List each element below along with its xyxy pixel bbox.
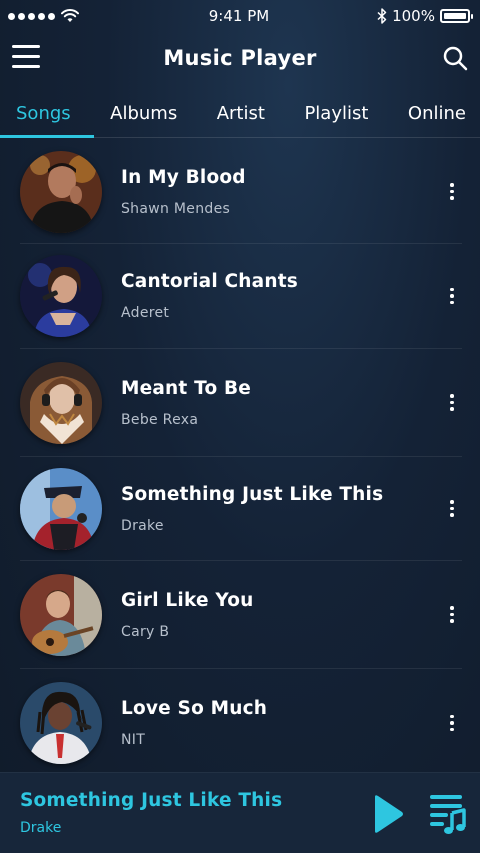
page-title: Music Player: [163, 46, 317, 70]
song-artist: Bebe Rexa: [121, 411, 199, 428]
music-queue-icon[interactable]: [428, 793, 466, 835]
song-artist: Aderet: [121, 305, 170, 321]
active-tab-indicator: [0, 135, 94, 138]
more-options-icon[interactable]: [442, 603, 462, 627]
tab-songs[interactable]: Songs: [16, 90, 71, 138]
song-info: Girl Like You Cary B: [121, 590, 442, 640]
signal-dots-icon: [8, 12, 55, 20]
album-art-avatar: [20, 255, 102, 337]
song-info: Cantorial Chants Aderet: [121, 271, 442, 321]
bluetooth-icon: [377, 8, 387, 24]
album-art-avatar: [20, 150, 102, 233]
list-item[interactable]: Cantorial Chants Aderet: [20, 244, 462, 349]
status-bar: 9:41 PM 100%: [0, 0, 480, 32]
hamburger-menu-icon[interactable]: [12, 45, 40, 69]
more-options-icon[interactable]: [442, 711, 462, 735]
song-info: Meant To Be Bebe Rexa: [121, 378, 442, 428]
tab-bar: Songs Albums Artist Playlist Online: [0, 90, 480, 138]
play-icon[interactable]: [372, 794, 404, 834]
now-playing-bar[interactable]: Something Just Like This Drake: [0, 772, 480, 853]
more-options-icon[interactable]: [442, 284, 462, 308]
album-art-avatar: [20, 467, 102, 550]
song-title: Love So Much: [121, 698, 268, 719]
song-title: Girl Like You: [121, 589, 254, 611]
app-header: Music Player: [0, 32, 480, 84]
song-title: Meant To Be: [121, 377, 252, 399]
battery-icon: [439, 9, 473, 23]
song-artist: Cary B: [121, 623, 170, 640]
tab-artist[interactable]: Artist: [217, 90, 265, 138]
wifi-icon: [61, 9, 79, 22]
status-right: 100%: [310, 7, 473, 25]
song-info: Something Just Like This Drake: [121, 484, 442, 534]
song-title: In My Blood: [121, 166, 246, 188]
search-icon[interactable]: [442, 45, 468, 71]
now-playing-artist: Drake: [20, 820, 62, 836]
more-options-icon[interactable]: [442, 180, 462, 204]
album-art-avatar: [20, 573, 102, 656]
more-options-icon[interactable]: [442, 391, 462, 415]
album-art-avatar: [20, 361, 102, 444]
song-list: In My Blood Shawn Mendes Cantorial Chant…: [0, 140, 480, 772]
now-playing-title: Something Just Like This: [20, 790, 283, 811]
song-title: Something Just Like This: [121, 483, 384, 505]
status-time: 9:41 PM: [208, 7, 270, 25]
list-item[interactable]: Girl Like You Cary B: [20, 561, 462, 669]
battery-percent: 100%: [392, 7, 435, 25]
tab-playlist[interactable]: Playlist: [304, 90, 368, 138]
song-artist: NIT: [121, 732, 146, 748]
song-info: In My Blood Shawn Mendes: [121, 167, 442, 217]
song-info: Love So Much NIT: [121, 698, 442, 748]
tab-online[interactable]: Online: [408, 90, 466, 138]
battery-fill: [443, 13, 466, 19]
list-item[interactable]: In My Blood Shawn Mendes: [20, 140, 462, 244]
song-artist: Drake: [121, 517, 164, 534]
album-art-avatar: [20, 682, 102, 764]
more-options-icon[interactable]: [442, 497, 462, 521]
song-title: Cantorial Chants: [121, 271, 298, 292]
list-item[interactable]: Love So Much NIT: [20, 669, 462, 772]
list-item[interactable]: Something Just Like This Drake: [20, 457, 462, 561]
song-artist: Shawn Mendes: [121, 200, 231, 217]
status-left: [8, 9, 168, 23]
list-item[interactable]: Meant To Be Bebe Rexa: [20, 349, 462, 457]
tab-albums[interactable]: Albums: [110, 90, 177, 138]
